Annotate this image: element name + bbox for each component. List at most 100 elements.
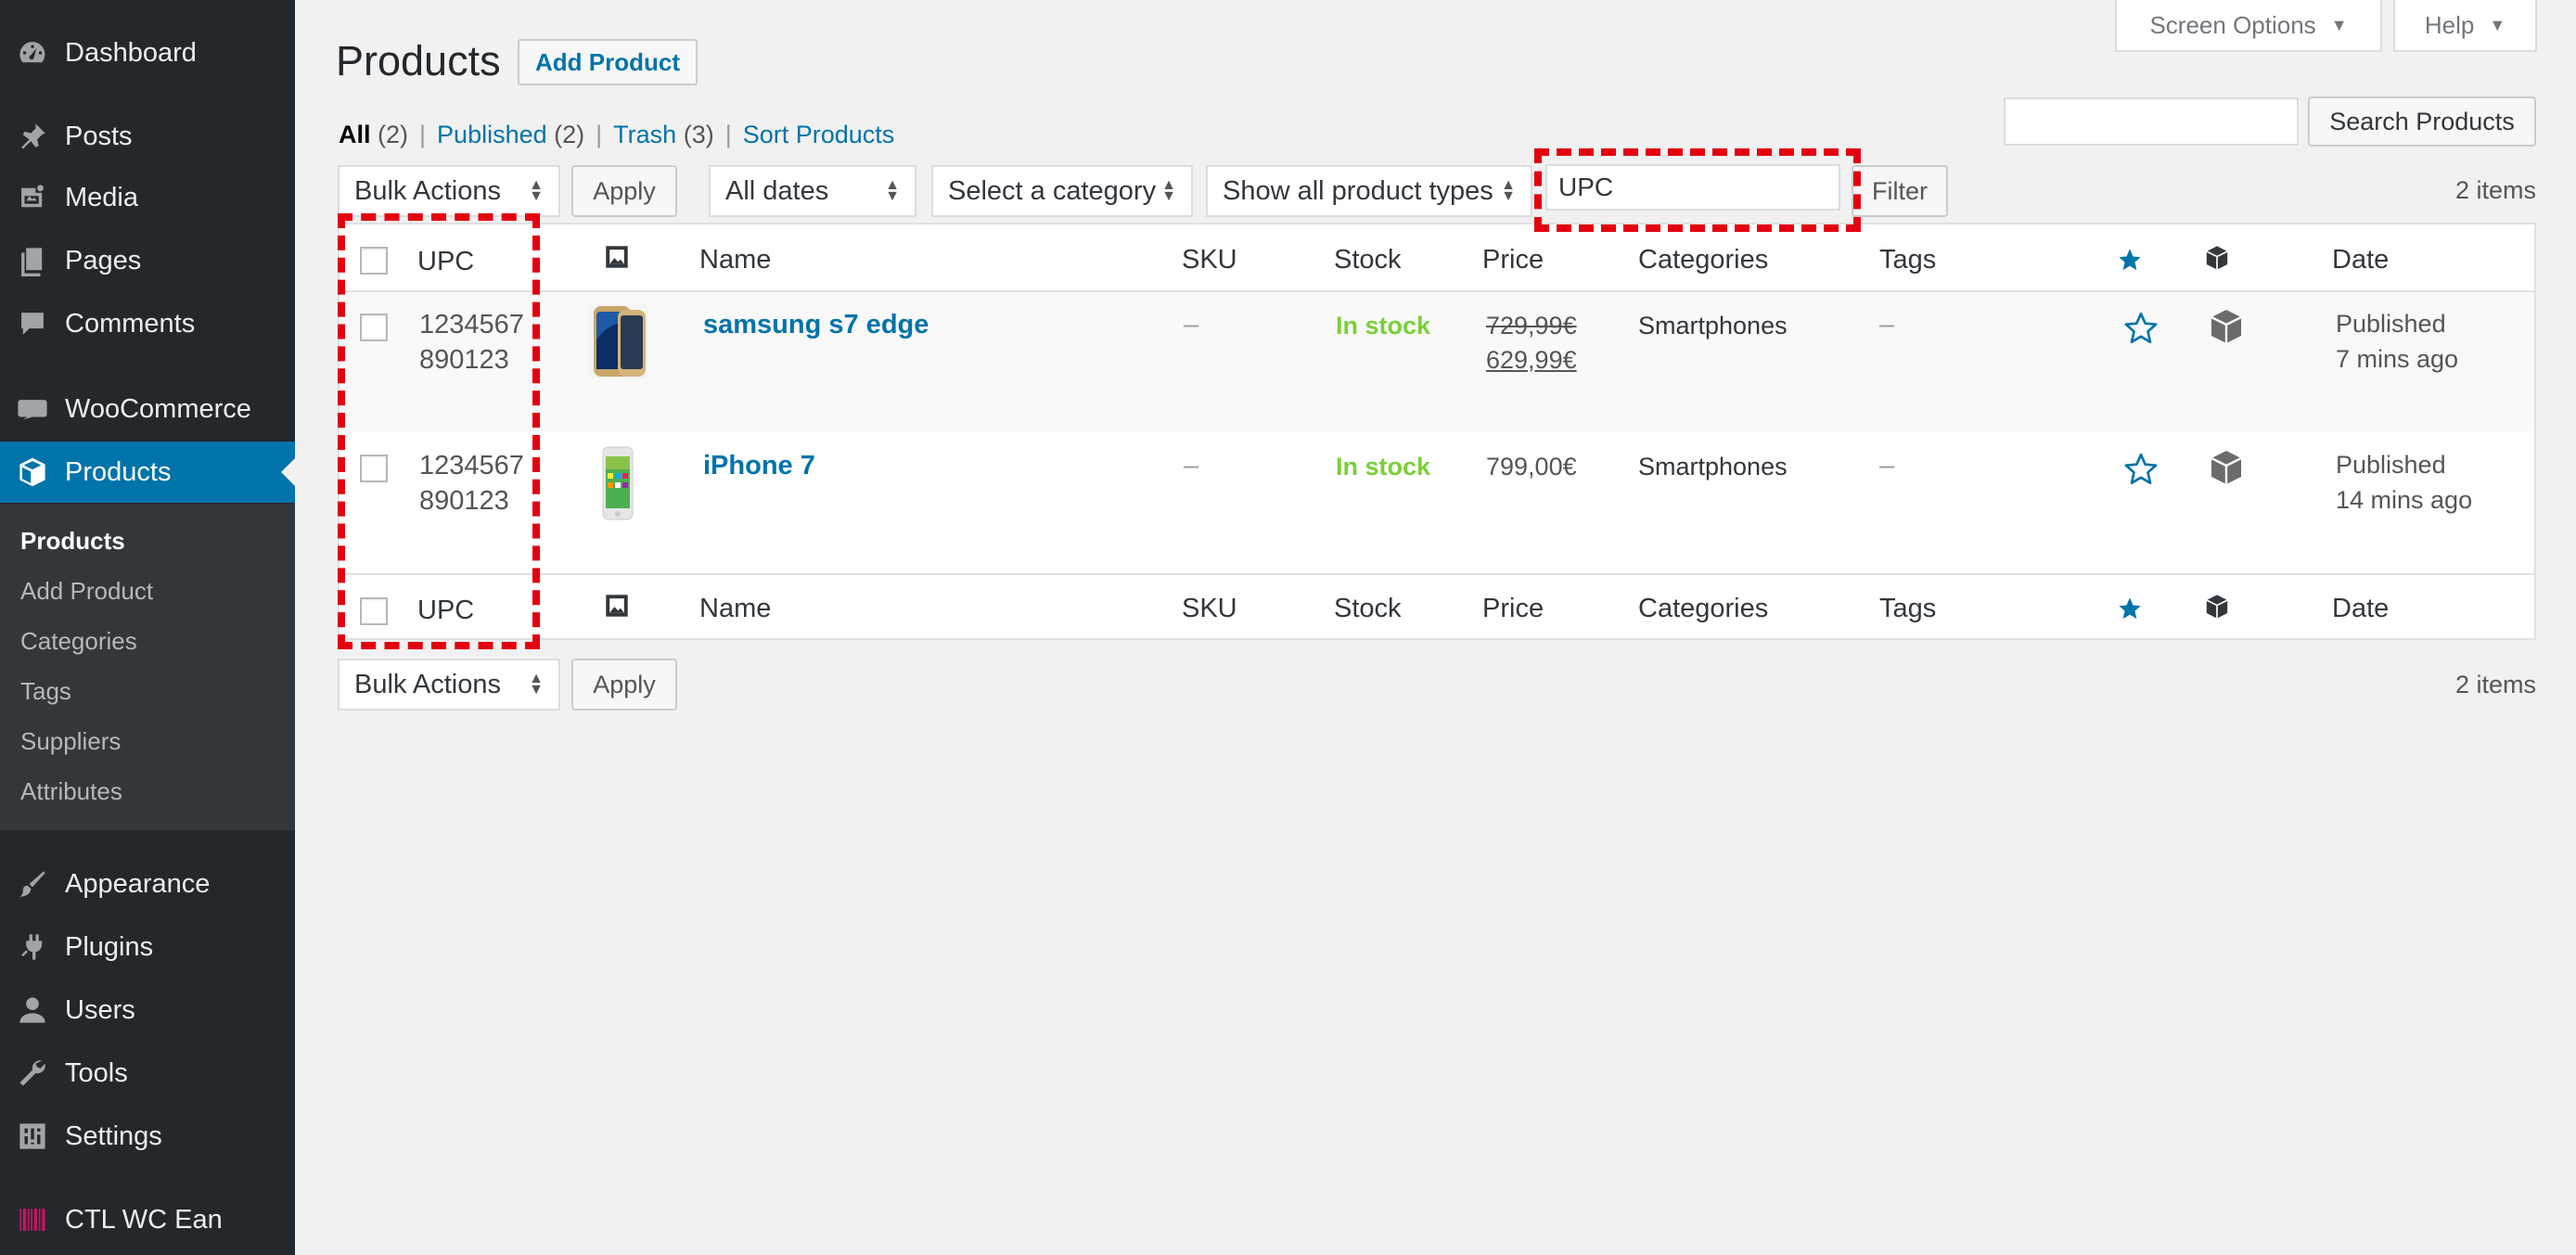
category-select[interactable]: Select a category ▲ ▼ [931,165,1193,217]
view-published-count: (2) [554,121,585,148]
submenu-tags[interactable]: Tags [20,677,71,706]
pages-icon [0,245,65,276]
view-all-link[interactable]: All [339,121,371,148]
sidebar-item-ctl-wc-ean[interactable]: CTL WC Ean [0,1189,295,1250]
category-link[interactable]: Smartphones [1638,312,1788,340]
column-sku[interactable]: SKU [1182,245,1237,275]
settings-icon [0,1121,65,1152]
tags-value: – [1879,451,1895,480]
screen-options-label: Screen Options [2149,10,2316,39]
simple-product-icon [2211,310,2242,343]
sidebar-item-users[interactable]: Users [0,980,295,1041]
view-trash-link[interactable]: Trash [613,121,676,148]
simple-product-icon [2211,451,2242,484]
select-arrows-icon: ▲ ▼ [885,177,900,204]
sku-value: – [1184,310,1199,339]
brush-icon [0,868,65,900]
thumbnail-column-icon [606,595,628,617]
filter-button[interactable]: Filter [1852,165,1948,217]
media-icon [0,182,65,213]
tags-value: – [1879,310,1895,339]
column-price[interactable]: Price [1482,245,1544,275]
product-name-link[interactable]: samsung s7 edge [703,310,929,340]
sidebar-item-appearance[interactable]: Appearance [0,853,295,915]
bulk-actions-select-bottom[interactable]: Bulk Actions ▲ ▼ [338,659,560,711]
category-link[interactable]: Smartphones [1638,453,1788,481]
sidebar-item-label: Appearance [65,868,211,899]
search-products-button[interactable]: Search Products [2308,96,2536,147]
price-regular: 729,99€ [1486,312,1577,339]
column-date[interactable]: Date [2332,245,2389,275]
sidebar-item-label: Plugins [65,931,154,962]
sidebar-item-tools[interactable]: Tools [0,1043,295,1104]
sidebar-item-label: CTL WC Ean [65,1204,223,1235]
featured-star-icon[interactable] [2122,451,2159,488]
column-name-footer[interactable]: Name [699,594,771,624]
annotation-highlight-upc-column [338,213,540,649]
sidebar-item-label: Settings [65,1121,162,1151]
price-regular: 799,00€ [1486,453,1577,480]
dates-select[interactable]: All dates ▲ ▼ [709,165,916,217]
featured-column-icon[interactable] [2117,247,2143,273]
bulk-actions-value: Bulk Actions [354,175,501,206]
submenu-attributes[interactable]: Attributes [20,777,122,806]
product-search-input[interactable] [2004,97,2299,146]
sidebar-item-comments[interactable]: Comments [0,293,295,354]
barcode-icon [0,1204,65,1236]
help-label: Help [2424,10,2475,39]
publish-status: Published [2336,310,2446,338]
dates-value: All dates [725,175,829,206]
add-product-button[interactable]: Add Product [518,39,698,85]
product-name-link[interactable]: iPhone 7 [703,451,815,481]
footer-divider [340,573,2534,575]
sidebar-item-pages[interactable]: Pages [0,230,295,291]
publish-date: 7 mins ago [2336,345,2459,373]
sidebar-item-woocommerce[interactable]: WooCommerce [0,378,295,440]
submenu-suppliers[interactable]: Suppliers [20,727,121,756]
product-type-value: Show all product types [1223,175,1493,206]
sidebar-item-dashboard[interactable]: Dashboard [0,22,295,83]
products-icon [0,456,65,488]
sidebar-item-media[interactable]: Media [0,167,295,228]
product-type-select[interactable]: Show all product types ▲ ▼ [1206,165,1532,217]
submenu-add-product[interactable]: Add Product [20,577,153,606]
admin-sidebar: Dashboard Posts Media Pages Comments Woo… [0,0,295,1255]
apply-button[interactable]: Apply [571,165,677,217]
select-arrows-icon: ▲ ▼ [529,177,544,204]
sidebar-item-label: Products [65,456,172,487]
sidebar-item-settings[interactable]: Settings [0,1106,295,1167]
bulk-actions-value: Bulk Actions [354,669,501,699]
column-name[interactable]: Name [699,245,771,275]
view-published-link[interactable]: Published [437,121,547,148]
sidebar-item-plugins[interactable]: Plugins [0,916,295,978]
product-thumbnail[interactable] [592,445,644,521]
featured-star-icon[interactable] [2122,310,2159,347]
caret-down-icon: ▼ [2330,15,2348,34]
stock-status: In stock [1336,312,1431,339]
sidebar-item-label: WooCommerce [65,393,251,424]
help-button[interactable]: Help ▼ [2393,0,2537,52]
view-filters: All (2) | Published (2) | Trash (3) | Sort Pro… [339,121,894,149]
column-stock-footer: Stock [1334,594,1402,623]
sidebar-item-products[interactable]: Products [0,442,295,503]
products-table: UPC Name SKU Stock Price Categories Tags… [338,223,2536,640]
featured-column-icon[interactable] [2117,595,2143,621]
current-menu-arrow [281,458,295,486]
submenu-categories[interactable]: Categories [20,627,137,656]
column-date-footer[interactable]: Date [2332,594,2389,624]
product-type-column-icon [2206,246,2228,270]
select-arrows-icon: ▲ ▼ [1501,177,1516,204]
product-thumbnail[interactable] [584,302,651,380]
sort-products-link[interactable]: Sort Products [743,121,895,148]
apply-button-bottom[interactable]: Apply [571,659,677,711]
sidebar-item-label: Comments [65,308,196,339]
sidebar-item-posts[interactable]: Posts [0,106,295,167]
column-price-footer[interactable]: Price [1482,594,1544,624]
submenu-products[interactable]: Products [20,527,125,556]
bulk-actions-select[interactable]: Bulk Actions ▲ ▼ [338,165,560,217]
caret-down-icon: ▼ [2489,15,2506,34]
screen-options-button[interactable]: Screen Options ▼ [2115,0,2382,52]
column-sku-footer[interactable]: SKU [1182,594,1237,624]
comment-icon [0,308,65,339]
sku-value: – [1184,451,1199,480]
